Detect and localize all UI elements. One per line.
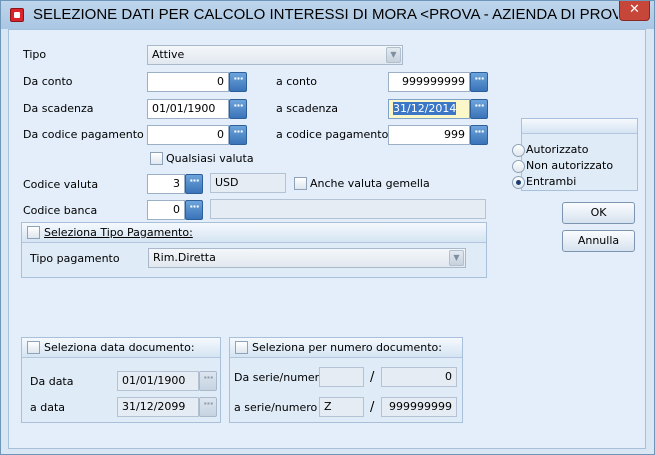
a-codpag-input[interactable]: 999 xyxy=(388,125,470,145)
authorization-group-header xyxy=(522,119,637,134)
slash-separator: / xyxy=(370,370,375,385)
slash-separator: / xyxy=(370,400,375,415)
data-documento-group-header: Seleziona data documento: xyxy=(22,338,220,358)
qualsiasi-valuta-label[interactable]: Qualsiasi valuta xyxy=(166,152,254,165)
seleziona-numero-documento-checkbox[interactable] xyxy=(235,341,248,354)
da-conto-label: Da conto xyxy=(23,75,73,88)
numero-documento-group-header: Seleziona per numero documento: xyxy=(230,338,462,358)
seleziona-tipo-pagamento-label[interactable]: Seleziona Tipo Pagamento: xyxy=(44,226,193,239)
da-numero-input[interactable]: 0 xyxy=(381,367,457,387)
da-scadenza-calendar-button[interactable]: ··· xyxy=(229,99,247,119)
data-documento-group: Seleziona data documento: Da data 01/01/… xyxy=(21,337,221,423)
da-conto-input[interactable]: 0 xyxy=(147,72,229,92)
dialog-window: SELEZIONE DATI PER CALCOLO INTERESSI DI … xyxy=(0,0,655,455)
radio-entrambi-label[interactable]: Entrambi xyxy=(526,175,576,188)
seleziona-tipo-pagamento-checkbox[interactable] xyxy=(27,226,40,239)
a-codpag-label: a codice pagamento xyxy=(276,128,389,141)
a-scadenza-selected-text: 31/12/2014 xyxy=(393,102,457,115)
da-serie-numero-label: Da serie/numero xyxy=(234,371,326,384)
a-serie-numero-label: a serie/numero xyxy=(234,401,318,414)
tipo-pagamento-label: Tipo pagamento xyxy=(30,252,120,265)
a-conto-lookup-button[interactable]: ··· xyxy=(470,72,488,92)
seleziona-data-documento-checkbox[interactable] xyxy=(27,341,40,354)
window-title: SELEZIONE DATI PER CALCOLO INTERESSI DI … xyxy=(33,6,618,23)
a-data-label: a data xyxy=(30,401,66,414)
a-scadenza-input[interactable]: 31/12/2014 xyxy=(388,99,470,119)
da-scadenza-input[interactable]: 01/01/1900 xyxy=(147,99,229,119)
a-conto-input[interactable]: 999999999 xyxy=(388,72,470,92)
radio-non-autorizzato-label[interactable]: Non autorizzato xyxy=(526,159,613,172)
da-codpag-label: Da codice pagamento xyxy=(23,128,144,141)
dialog-body: Tipo Attive ▼ Da conto 0 ··· a conto 999… xyxy=(8,29,646,449)
a-scadenza-calendar-button[interactable]: ··· xyxy=(470,99,488,119)
a-scadenza-label: a scadenza xyxy=(276,102,338,115)
radio-non-autorizzato[interactable] xyxy=(512,160,525,173)
seleziona-numero-documento-label[interactable]: Seleziona per numero documento: xyxy=(252,341,442,354)
close-button[interactable]: ✕ xyxy=(619,1,650,21)
codice-banca-input[interactable]: 0 xyxy=(147,200,185,220)
app-icon xyxy=(10,8,24,22)
da-codpag-lookup-button[interactable]: ··· xyxy=(229,125,247,145)
ok-button[interactable]: OK xyxy=(562,202,635,224)
codice-banca-description xyxy=(210,199,486,219)
codice-banca-lookup-button[interactable]: ··· xyxy=(185,200,203,220)
a-data-calendar-button[interactable]: ··· xyxy=(199,397,217,417)
valuta-description: USD xyxy=(210,173,286,193)
tipo-label: Tipo xyxy=(23,48,47,61)
a-codpag-lookup-button[interactable]: ··· xyxy=(470,125,488,145)
da-serie-input[interactable] xyxy=(319,367,364,387)
codice-valuta-input[interactable]: 3 xyxy=(147,174,185,194)
da-scadenza-label: Da scadenza xyxy=(23,102,94,115)
tipo-pagamento-group: Seleziona Tipo Pagamento: Tipo pagamento… xyxy=(21,222,487,278)
tipo-value: Attive xyxy=(152,48,185,61)
seleziona-data-documento-label[interactable]: Seleziona data documento: xyxy=(44,341,195,354)
tipo-pagamento-value: Rim.Diretta xyxy=(153,251,216,264)
numero-documento-group: Seleziona per numero documento: Da serie… xyxy=(229,337,463,423)
a-numero-input[interactable]: 999999999 xyxy=(381,397,457,417)
tipo-combo[interactable]: Attive ▼ xyxy=(147,45,403,65)
da-data-calendar-button[interactable]: ··· xyxy=(199,371,217,391)
anche-valuta-gemella-label[interactable]: Anche valuta gemella xyxy=(310,177,430,190)
codice-valuta-lookup-button[interactable]: ··· xyxy=(185,174,203,194)
annulla-button[interactable]: Annulla xyxy=(562,230,635,252)
tipo-pagamento-group-header: Seleziona Tipo Pagamento: xyxy=(22,223,486,243)
da-data-input[interactable]: 01/01/1900 xyxy=(117,371,199,391)
a-data-input[interactable]: 31/12/2099 xyxy=(117,397,199,417)
da-data-label: Da data xyxy=(30,375,74,388)
qualsiasi-valuta-checkbox[interactable] xyxy=(150,152,163,165)
chevron-down-icon[interactable]: ▼ xyxy=(386,47,401,63)
authorization-group: Autorizzato Non autorizzato Entrambi xyxy=(512,118,638,191)
a-serie-input[interactable]: Z xyxy=(319,397,364,417)
title-bar[interactable]: SELEZIONE DATI PER CALCOLO INTERESSI DI … xyxy=(1,1,654,29)
radio-entrambi[interactable] xyxy=(512,176,525,189)
radio-autorizzato-label[interactable]: Autorizzato xyxy=(526,143,588,156)
codice-valuta-label: Codice valuta xyxy=(23,178,99,191)
a-conto-label: a conto xyxy=(276,75,318,88)
codice-banca-label: Codice banca xyxy=(23,204,98,217)
chevron-down-icon[interactable]: ▼ xyxy=(449,250,464,266)
da-conto-lookup-button[interactable]: ··· xyxy=(229,72,247,92)
tipo-pagamento-combo[interactable]: Rim.Diretta ▼ xyxy=(148,248,466,268)
anche-valuta-gemella-checkbox[interactable] xyxy=(294,177,307,190)
da-codpag-input[interactable]: 0 xyxy=(147,125,229,145)
radio-autorizzato[interactable] xyxy=(512,144,525,157)
